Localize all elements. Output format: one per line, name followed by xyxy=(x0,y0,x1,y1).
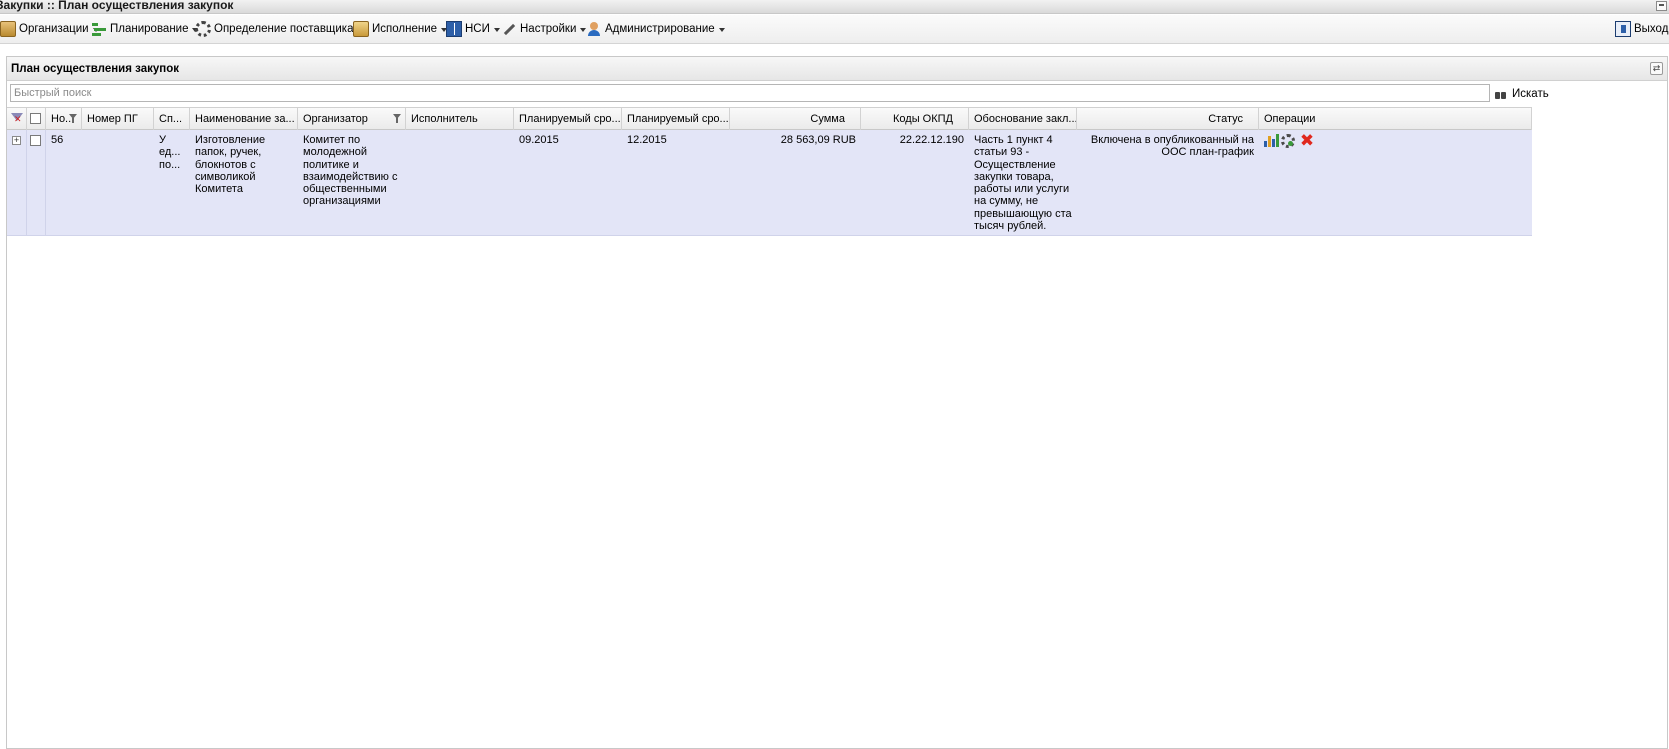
chevron-down-icon xyxy=(718,28,725,32)
panel-header: План осуществления закупок ⇄ xyxy=(7,57,1667,81)
cell-operations: ✖ xyxy=(1259,130,1532,236)
title-bar: Закупки :: План осуществления закупок xyxy=(0,0,1669,14)
cell-method: У ед... по... xyxy=(159,134,181,171)
window-title: Закупки :: План осуществления закупок xyxy=(0,0,234,12)
delete-icon[interactable]: ✖ xyxy=(1299,132,1315,149)
column-header-planned-start[interactable]: Планируемый сро... xyxy=(514,108,622,130)
planning-icon xyxy=(91,21,107,37)
menu-supplier-selection[interactable]: Определение поставщика xyxy=(195,20,364,38)
row-checkbox[interactable] xyxy=(30,135,41,146)
column-header-number[interactable]: Но... xyxy=(46,108,82,130)
menu-execution-label: Исполнение xyxy=(372,23,438,35)
column-header-justification-label: Обоснование закл... xyxy=(974,113,1077,125)
column-header-okpd-label: Коды ОКПД xyxy=(893,113,953,125)
book-icon xyxy=(446,21,462,37)
search-button[interactable]: Искать xyxy=(1495,85,1549,103)
grid-header: Но... Номер ПГ Сп... Наименование за... … xyxy=(7,107,1532,130)
refresh-icon[interactable]: ⇄ xyxy=(1650,62,1663,75)
menu-administration[interactable]: Администрирование xyxy=(586,20,725,38)
cell-number: 56 xyxy=(51,134,64,146)
chart-icon[interactable] xyxy=(1263,133,1279,149)
exit-button[interactable]: Выход xyxy=(1615,20,1668,38)
column-header-executor[interactable]: Исполнитель xyxy=(406,108,514,130)
column-header-executor-label: Исполнитель xyxy=(411,113,478,125)
column-header-justification[interactable]: Обоснование закл... xyxy=(969,108,1077,130)
expand-plus-icon[interactable]: + xyxy=(12,136,21,145)
column-header-organizer[interactable]: Организатор xyxy=(298,108,406,130)
exit-icon xyxy=(1615,21,1631,37)
column-header-name[interactable]: Наименование за... xyxy=(190,108,298,130)
cell-justification: Часть 1 пункт 4 статьи 93 - Осуществлени… xyxy=(974,134,1072,233)
menu-organizations[interactable]: Организации xyxy=(0,20,99,38)
cell-planned-start: 09.2015 xyxy=(519,134,559,146)
cell-sum: 28 563,09 RUB xyxy=(780,134,856,146)
binoculars-icon xyxy=(1495,89,1507,100)
quick-search-input[interactable] xyxy=(10,84,1490,102)
quick-search-row: Искать xyxy=(7,84,1667,104)
gear-icon xyxy=(195,21,211,37)
settings-icon[interactable] xyxy=(1281,134,1295,148)
search-button-label: Искать xyxy=(1512,88,1549,100)
clear-filter-icon[interactable] xyxy=(10,112,24,126)
cell-executor xyxy=(406,130,514,236)
filter-icon[interactable] xyxy=(393,114,401,123)
filter-icon[interactable] xyxy=(69,114,77,123)
wrench-icon xyxy=(501,21,517,37)
exit-label: Выход xyxy=(1634,23,1669,35)
column-header-status-label: Статус xyxy=(1208,113,1243,125)
select-all-header xyxy=(27,108,46,130)
menu-planning[interactable]: Планирование xyxy=(91,20,199,38)
column-header-name-label: Наименование за... xyxy=(195,113,295,125)
column-header-operations: Операции xyxy=(1259,108,1532,130)
cell-status: Включена в опубликованный на ООС план-гр… xyxy=(1090,134,1254,159)
column-header-sum[interactable]: Сумма xyxy=(730,108,861,130)
menu-reference-data-label: НСИ xyxy=(465,23,490,35)
column-header-planned-end[interactable]: Планируемый сро... xyxy=(622,108,730,130)
menu-settings-label: Настройки xyxy=(520,23,577,35)
main-menu-bar: Организации Планирование Определение пос… xyxy=(0,15,1669,44)
cell-organizer: Комитет по молодежной политике и взаимод… xyxy=(303,134,398,208)
user-icon xyxy=(586,21,602,37)
row-expander-cell: + xyxy=(7,130,27,236)
column-header-method-label: Сп... xyxy=(159,113,183,125)
column-header-status[interactable]: Статус xyxy=(1077,108,1259,130)
column-header-organizer-label: Организатор xyxy=(303,113,368,125)
cell-okpd: 22.22.12.190 xyxy=(899,134,964,146)
menu-organizations-label: Организации xyxy=(19,23,89,35)
chevron-down-icon xyxy=(493,28,500,32)
menu-planning-label: Планирование xyxy=(110,23,189,35)
menu-settings[interactable]: Настройки xyxy=(501,20,587,38)
column-header-okpd[interactable]: Коды ОКПД xyxy=(861,108,969,130)
row-select-cell xyxy=(27,130,46,236)
cell-planned-end: 12.2015 xyxy=(627,134,667,146)
clear-filters-header[interactable] xyxy=(7,108,27,130)
procurement-plan-panel: План осуществления закупок ⇄ Искать Но..… xyxy=(6,56,1668,749)
column-header-operations-label: Операции xyxy=(1264,113,1316,125)
table-row[interactable]: + 56 У ед... по... Изготовление папок, р… xyxy=(7,130,1532,236)
execution-icon xyxy=(353,21,369,37)
menu-supplier-selection-label: Определение поставщика xyxy=(214,23,354,35)
column-header-pg-number[interactable]: Номер ПГ xyxy=(82,108,154,130)
column-header-planned-end-label: Планируемый сро... xyxy=(627,113,729,125)
column-header-planned-start-label: Планируемый сро... xyxy=(519,113,621,125)
column-header-pg-number-label: Номер ПГ xyxy=(87,113,138,125)
cell-pg-number xyxy=(82,130,154,236)
menu-administration-label: Администрирование xyxy=(605,23,715,35)
cell-name: Изготовление папок, ручек, блокнотов с с… xyxy=(195,134,266,196)
minimize-window-icon[interactable] xyxy=(1656,1,1667,11)
column-header-method[interactable]: Сп... xyxy=(154,108,190,130)
menu-execution[interactable]: Исполнение xyxy=(353,20,448,38)
menu-reference-data[interactable]: НСИ xyxy=(446,20,500,38)
column-header-sum-label: Сумма xyxy=(810,113,845,125)
panel-title: План осуществления закупок xyxy=(11,63,179,75)
organizations-icon xyxy=(0,21,16,37)
select-all-checkbox[interactable] xyxy=(30,113,41,124)
procurement-grid: Но... Номер ПГ Сп... Наименование за... … xyxy=(7,107,1532,236)
